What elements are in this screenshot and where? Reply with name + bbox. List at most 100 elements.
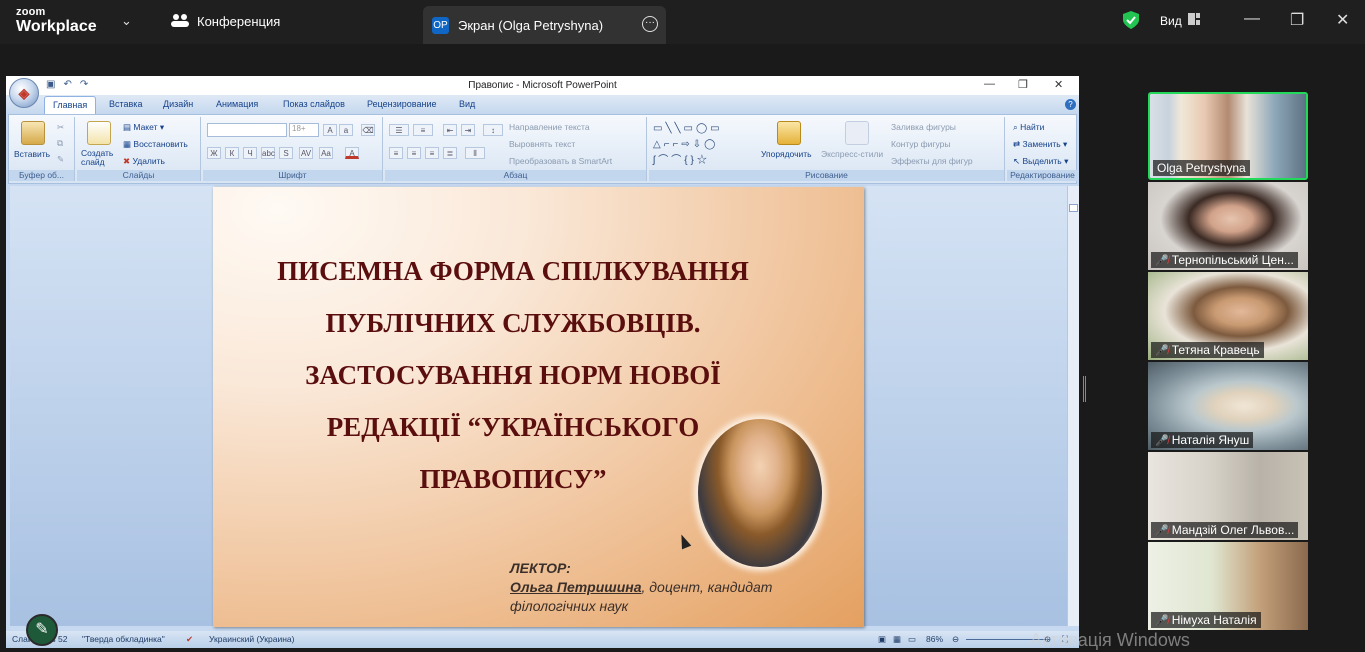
align-center-icon[interactable]: ≡ [407, 147, 421, 159]
quick-styles-icon[interactable] [845, 121, 869, 145]
columns-icon[interactable]: ⫴ [465, 147, 485, 159]
increase-indent-icon[interactable]: ⇥ [461, 124, 475, 136]
sorter-view-icon[interactable]: ▦ [893, 634, 901, 645]
tab-home[interactable]: Главная [44, 96, 97, 114]
ppt-minimize-icon[interactable]: — [984, 78, 995, 90]
replace-button[interactable]: ⇄ Заменить ▾ [1013, 139, 1067, 150]
delete-slide-button[interactable]: ✖ Удалить [123, 156, 165, 167]
font-size-input[interactable]: 18+ [289, 123, 319, 137]
shapes-gallery[interactable]: ▭╲╲▭◯▭ △⌐⌐⇨⇩◯ ʃ⌒⌒{}☆ [653, 121, 751, 171]
shrink-font-icon[interactable]: a [339, 124, 353, 136]
participant-tile[interactable]: 🎤̸ Тернопільський Цен... [1148, 182, 1308, 270]
group-paragraph: ☰ ≡ ⇤ ⇥ ↕ Направление текста Выровнять т… [385, 117, 647, 181]
vertical-scrollbar[interactable] [1067, 186, 1079, 626]
copy-icon[interactable]: ⧉ [57, 138, 63, 149]
smartart-button[interactable]: Преобразовать в SmartArt [509, 156, 612, 166]
view-button[interactable]: Вид [1160, 13, 1200, 28]
tab-animation[interactable]: Анимация [216, 99, 258, 109]
lector-label: ЛЕКТОР: [510, 560, 571, 576]
paste-button[interactable]: Вставить [14, 149, 50, 159]
group-slides: Создать слайд ▤ Макет ▾ ▦ Восстановить ✖… [77, 117, 201, 181]
lector-position: , доцент, кандидат [641, 579, 773, 595]
participant-tile[interactable]: 🎤̸ Тетяна Кравець [1148, 272, 1308, 360]
new-slide-button[interactable]: Создать слайд [81, 149, 121, 167]
line-spacing-icon[interactable]: ↕ [483, 124, 503, 136]
paste-icon[interactable] [21, 121, 45, 145]
share-screen-tab[interactable]: OP Экран (Olga Petryshyna) ··· [423, 6, 666, 44]
windows-activation-watermark: Активація Windows [1030, 630, 1190, 650]
tab-slideshow[interactable]: Показ слайдов [283, 99, 345, 109]
text-direction-button[interactable]: Направление текста [509, 122, 590, 132]
clear-format-icon[interactable]: ⌫ [361, 124, 375, 136]
grow-font-icon[interactable]: A [323, 124, 337, 136]
ppt-restore-icon[interactable]: ❐ [1018, 78, 1028, 91]
tab-insert[interactable]: Вставка [109, 99, 142, 109]
new-slide-icon[interactable] [87, 121, 111, 145]
help-icon[interactable]: ? [1065, 99, 1076, 110]
shape-fill-button[interactable]: Заливка фигуры [891, 122, 956, 132]
align-right-icon[interactable]: ≡ [425, 147, 439, 159]
muted-mic-icon: 🎤̸ [1155, 524, 1169, 537]
layout-button[interactable]: ▤ Макет ▾ [123, 122, 164, 133]
undo-icon[interactable]: ↶ [63, 79, 71, 90]
bullets-icon[interactable]: ☰ [389, 124, 409, 136]
redo-icon[interactable]: ↷ [80, 79, 88, 90]
minimize-icon[interactable]: — [1244, 10, 1260, 28]
arrange-button[interactable]: Упорядочить [761, 149, 812, 159]
participant-tile[interactable]: Olga Petryshyna [1148, 92, 1308, 180]
shadow-icon[interactable]: S [279, 147, 293, 159]
shape-effects-button[interactable]: Эффекты для фигур [891, 156, 973, 166]
change-case-icon[interactable]: Aa [319, 147, 333, 159]
participant-tile[interactable]: 🎤̸ Мандзій Олег Львов... [1148, 452, 1308, 540]
normal-view-icon[interactable]: ▣ [878, 634, 886, 645]
more-icon[interactable]: ··· [642, 16, 658, 32]
lector-degree: філологічних наук [510, 598, 629, 614]
muted-mic-icon: 🎤̸ [1155, 434, 1169, 447]
shape-outline-button[interactable]: Контур фигуры [891, 139, 950, 149]
group-clipboard: Вставить ✂ ⧉ ✎ Буфер об... [9, 117, 75, 181]
theme-name: "Тверда обкладинка" [82, 634, 165, 644]
participant-name: Наталія Януш [1171, 433, 1250, 447]
participant-tile[interactable]: 🎤̸ Німуха Наталія [1148, 542, 1308, 630]
office-button[interactable]: ◈ [9, 78, 39, 108]
slideshow-view-icon[interactable]: ▭ [908, 634, 916, 645]
tab-review[interactable]: Рецензирование [367, 99, 437, 109]
decrease-indent-icon[interactable]: ⇤ [443, 124, 457, 136]
save-icon[interactable]: ▣ [46, 79, 55, 90]
participant-tile[interactable]: 🎤̸ Наталія Януш [1148, 362, 1308, 450]
shield-icon[interactable] [1123, 11, 1139, 34]
chevron-down-icon[interactable]: ⌄ [121, 13, 132, 29]
participants-icon [171, 13, 189, 30]
tab-view[interactable]: Вид [459, 99, 475, 109]
font-name-input[interactable] [207, 123, 287, 137]
close-icon[interactable]: ✕ [1336, 10, 1349, 30]
justify-icon[interactable]: ≣ [443, 147, 457, 159]
select-button[interactable]: ↖ Выделить ▾ [1013, 156, 1068, 167]
quick-styles-button[interactable]: Экспресс-стили [821, 149, 883, 159]
italic-icon[interactable]: К [225, 147, 239, 159]
spellcheck-icon[interactable]: ✔ [186, 634, 193, 645]
underline-icon[interactable]: Ч [243, 147, 257, 159]
annotate-pencil-icon[interactable]: ✎ [26, 614, 58, 646]
align-text-button[interactable]: Выровнять текст [509, 139, 575, 149]
align-left-icon[interactable]: ≡ [389, 147, 403, 159]
find-button[interactable]: ⌕ Найти [1013, 122, 1044, 133]
bold-icon[interactable]: Ж [207, 147, 221, 159]
meeting-button[interactable]: Конференция [171, 13, 280, 30]
muted-mic-icon: 🎤̸ [1155, 254, 1169, 267]
strikethrough-icon[interactable]: abc [261, 147, 275, 159]
slide-canvas[interactable]: ПИСЕМНА ФОРМА СПІЛКУВАННЯ ПУБЛІЧНИХ СЛУЖ… [213, 187, 864, 627]
reset-button[interactable]: ▦ Восстановить [123, 139, 188, 150]
arrange-icon[interactable] [777, 121, 801, 145]
tab-design[interactable]: Дизайн [163, 99, 193, 109]
cut-icon[interactable]: ✂ [57, 122, 64, 133]
ppt-close-icon[interactable]: ✕ [1054, 78, 1063, 91]
zoom-out-icon[interactable]: ⊖ [952, 634, 959, 645]
font-color-icon[interactable]: A [345, 147, 359, 159]
char-spacing-icon[interactable]: AV [299, 147, 313, 159]
format-painter-icon[interactable]: ✎ [57, 154, 64, 165]
numbering-icon[interactable]: ≡ [413, 124, 433, 136]
panel-resize-handle[interactable] [1083, 376, 1086, 402]
restore-icon[interactable]: ❐ [1290, 10, 1304, 30]
participant-name: Мандзій Олег Львов... [1171, 523, 1295, 537]
